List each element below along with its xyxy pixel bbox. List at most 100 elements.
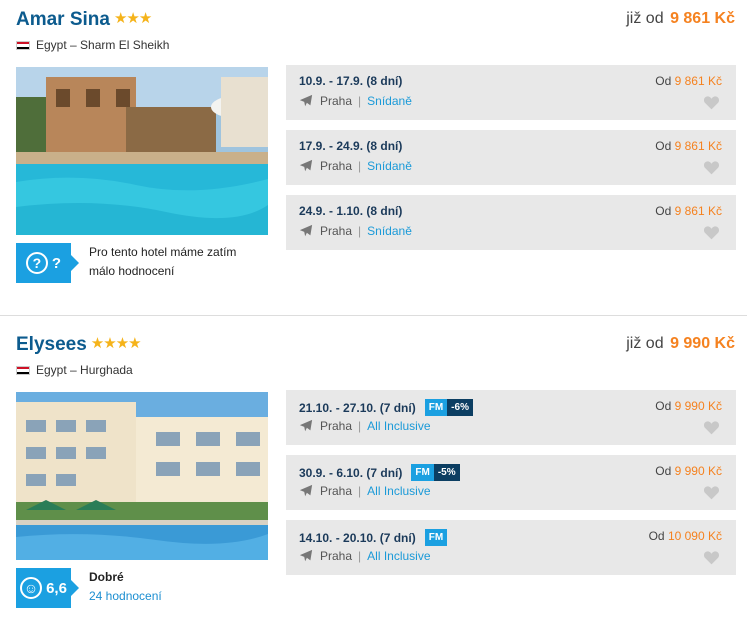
offer-departure: Praha — [320, 484, 353, 498]
offer-price: Od 9 861 Kč — [655, 74, 722, 88]
offer-dates-text: 14.10. - 20.10. (7 dní) — [299, 530, 416, 545]
plane-icon — [299, 224, 313, 237]
separator: | — [358, 484, 362, 498]
offer-price: Od 9 861 Kč — [655, 139, 722, 153]
offer-price: Od 9 990 Kč — [655, 399, 722, 413]
offer-price-amount: 10 090 Kč — [667, 529, 722, 543]
offer-dates-text: 10.9. - 17.9. (8 dní) — [299, 74, 403, 88]
offer-dates: 14.10. - 20.10. (7 dní) FM — [299, 529, 448, 546]
rating-badge[interactable]: ? ? — [16, 243, 79, 283]
heart-icon[interactable] — [703, 95, 720, 110]
offer-dates-text: 24.9. - 1.10. (8 dní) — [299, 204, 403, 218]
separator: | — [358, 419, 362, 433]
offer-board[interactable]: Snídaně — [367, 159, 412, 173]
fm-label: FM — [424, 529, 448, 546]
heart-icon[interactable] — [703, 485, 720, 500]
hotel-title: Elysees ★★★★ — [16, 334, 142, 356]
separator: | — [358, 94, 362, 108]
first-minute-badge: FM — [424, 529, 448, 546]
rating-count-link[interactable]: 24 hodnocení — [89, 587, 162, 606]
offer-price-prefix: Od — [648, 529, 665, 543]
heart-icon[interactable] — [703, 550, 720, 565]
separator: | — [358, 159, 362, 173]
hotel-card: Amar Sina ★★★ již od 9 861 Kč Egypt – Sha… — [0, 9, 747, 309]
offer-price: Od 10 090 Kč — [649, 529, 722, 543]
offer-price-amount: 9 990 Kč — [674, 399, 722, 413]
plane-icon — [299, 484, 313, 497]
offer-dates-text: 30.9. - 6.10. (7 dní) — [299, 465, 403, 480]
offer-board[interactable]: All Inclusive — [367, 549, 430, 563]
rating-title: Dobré — [89, 570, 124, 584]
heart-icon[interactable] — [703, 160, 720, 175]
rating-score: 6,6 — [46, 579, 67, 597]
first-minute-badge: FM -6% — [424, 399, 473, 416]
offer-departure: Praha — [320, 159, 353, 173]
offer-departure: Praha — [320, 94, 353, 108]
hotel-divider — [0, 315, 747, 316]
discount-label: -5% — [433, 464, 460, 481]
offer-meta: Praha | All Inclusive — [299, 419, 431, 433]
rating-badge[interactable]: ☺ 6,6 — [16, 568, 79, 608]
hotel-name-link[interactable]: Amar Sina — [16, 9, 110, 30]
offer-board[interactable]: All Inclusive — [367, 419, 430, 433]
offer-dates-text: 21.10. - 27.10. (7 dní) — [299, 400, 416, 415]
offer-row[interactable]: 30.9. - 6.10. (7 dní) FM -5% Praha | All In… — [286, 455, 736, 510]
separator: | — [358, 549, 362, 563]
offer-dates: 10.9. - 17.9. (8 dní) — [299, 74, 402, 88]
offer-dates: 24.9. - 1.10. (8 dní) — [299, 204, 402, 218]
rating-text: Pro tento hotel máme zatím málo hodnocen… — [89, 243, 236, 281]
hotel-name-link[interactable]: Elysees — [16, 334, 87, 355]
offer-price-amount: 9 861 Kč — [674, 139, 722, 153]
egypt-flag-icon — [16, 366, 30, 375]
offer-meta: Praha | All Inclusive — [299, 484, 431, 498]
offer-row[interactable]: 21.10. - 27.10. (7 dní) FM -6% Praha | All … — [286, 390, 736, 445]
heart-icon[interactable] — [703, 420, 720, 435]
offer-price-amount: 9 861 Kč — [674, 74, 722, 88]
hotel-stars: ★★★★ — [90, 335, 142, 352]
offer-price-prefix: Od — [655, 399, 672, 413]
hotel-rating: ? ? Pro tento hotel máme zatím málo hodn… — [16, 243, 236, 283]
offer-meta: Praha | All Inclusive — [299, 549, 431, 563]
offer-dates: 17.9. - 24.9. (8 dní) — [299, 139, 402, 153]
egypt-flag-icon — [16, 41, 30, 50]
offer-row[interactable]: 17.9. - 24.9. (8 dní) Praha | Snídaně Od 9… — [286, 130, 736, 185]
plane-icon — [299, 549, 313, 562]
question-icon: ? — [25, 252, 48, 274]
fm-label: FM — [411, 464, 434, 481]
hotel-location: Egypt – Hurghada — [16, 363, 133, 377]
location-text: Egypt – Hurghada — [36, 363, 133, 377]
offer-row[interactable]: 10.9. - 17.9. (8 dní) Praha | Snídaně Od 9… — [286, 65, 736, 120]
offer-departure: Praha — [320, 549, 353, 563]
first-minute-badge: FM -5% — [411, 464, 460, 481]
plane-icon — [299, 94, 313, 107]
hotel-title: Amar Sina ★★★ — [16, 9, 152, 31]
discount-label: -6% — [447, 399, 473, 416]
hotel-photo[interactable] — [16, 67, 268, 235]
hotel-photo[interactable] — [16, 392, 268, 560]
hotel-price-from: již od 9 861 Kč — [626, 10, 735, 28]
rating-text: Dobré 24 hodnocení — [89, 568, 162, 606]
price-prefix: již od — [626, 10, 664, 27]
rating-subtitle: málo hodnocení — [89, 264, 175, 278]
plane-icon — [299, 419, 313, 432]
offer-row[interactable]: 14.10. - 20.10. (7 dní) FM Praha | All Inc… — [286, 520, 736, 575]
offer-dates: 21.10. - 27.10. (7 dní) FM -6% — [299, 399, 473, 416]
offer-dates-text: 17.9. - 24.9. (8 dní) — [299, 139, 403, 153]
smile-icon: ☺ — [20, 577, 43, 599]
heart-icon[interactable] — [703, 225, 720, 240]
hotel-price-from: již od 9 990 Kč — [626, 335, 735, 353]
offer-row[interactable]: 24.9. - 1.10. (8 dní) Praha | Snídaně Od 9… — [286, 195, 736, 250]
location-text: Egypt – Sharm El Sheikh — [36, 38, 170, 52]
offer-price-prefix: Od — [655, 464, 672, 478]
hotel-price: 9 990 Kč — [670, 335, 735, 352]
separator: | — [358, 224, 362, 238]
offer-board[interactable]: All Inclusive — [367, 484, 430, 498]
offer-board[interactable]: Snídaně — [367, 224, 412, 238]
offer-board[interactable]: Snídaně — [367, 94, 412, 108]
offer-meta: Praha | Snídaně — [299, 224, 412, 238]
hotel-location: Egypt – Sharm El Sheikh — [16, 38, 169, 52]
offer-price-amount: 9 990 Kč — [674, 464, 722, 478]
hotel-rating: ☺ 6,6 Dobré 24 hodnocení — [16, 568, 162, 608]
fm-label: FM — [424, 399, 448, 416]
plane-icon — [299, 159, 313, 172]
